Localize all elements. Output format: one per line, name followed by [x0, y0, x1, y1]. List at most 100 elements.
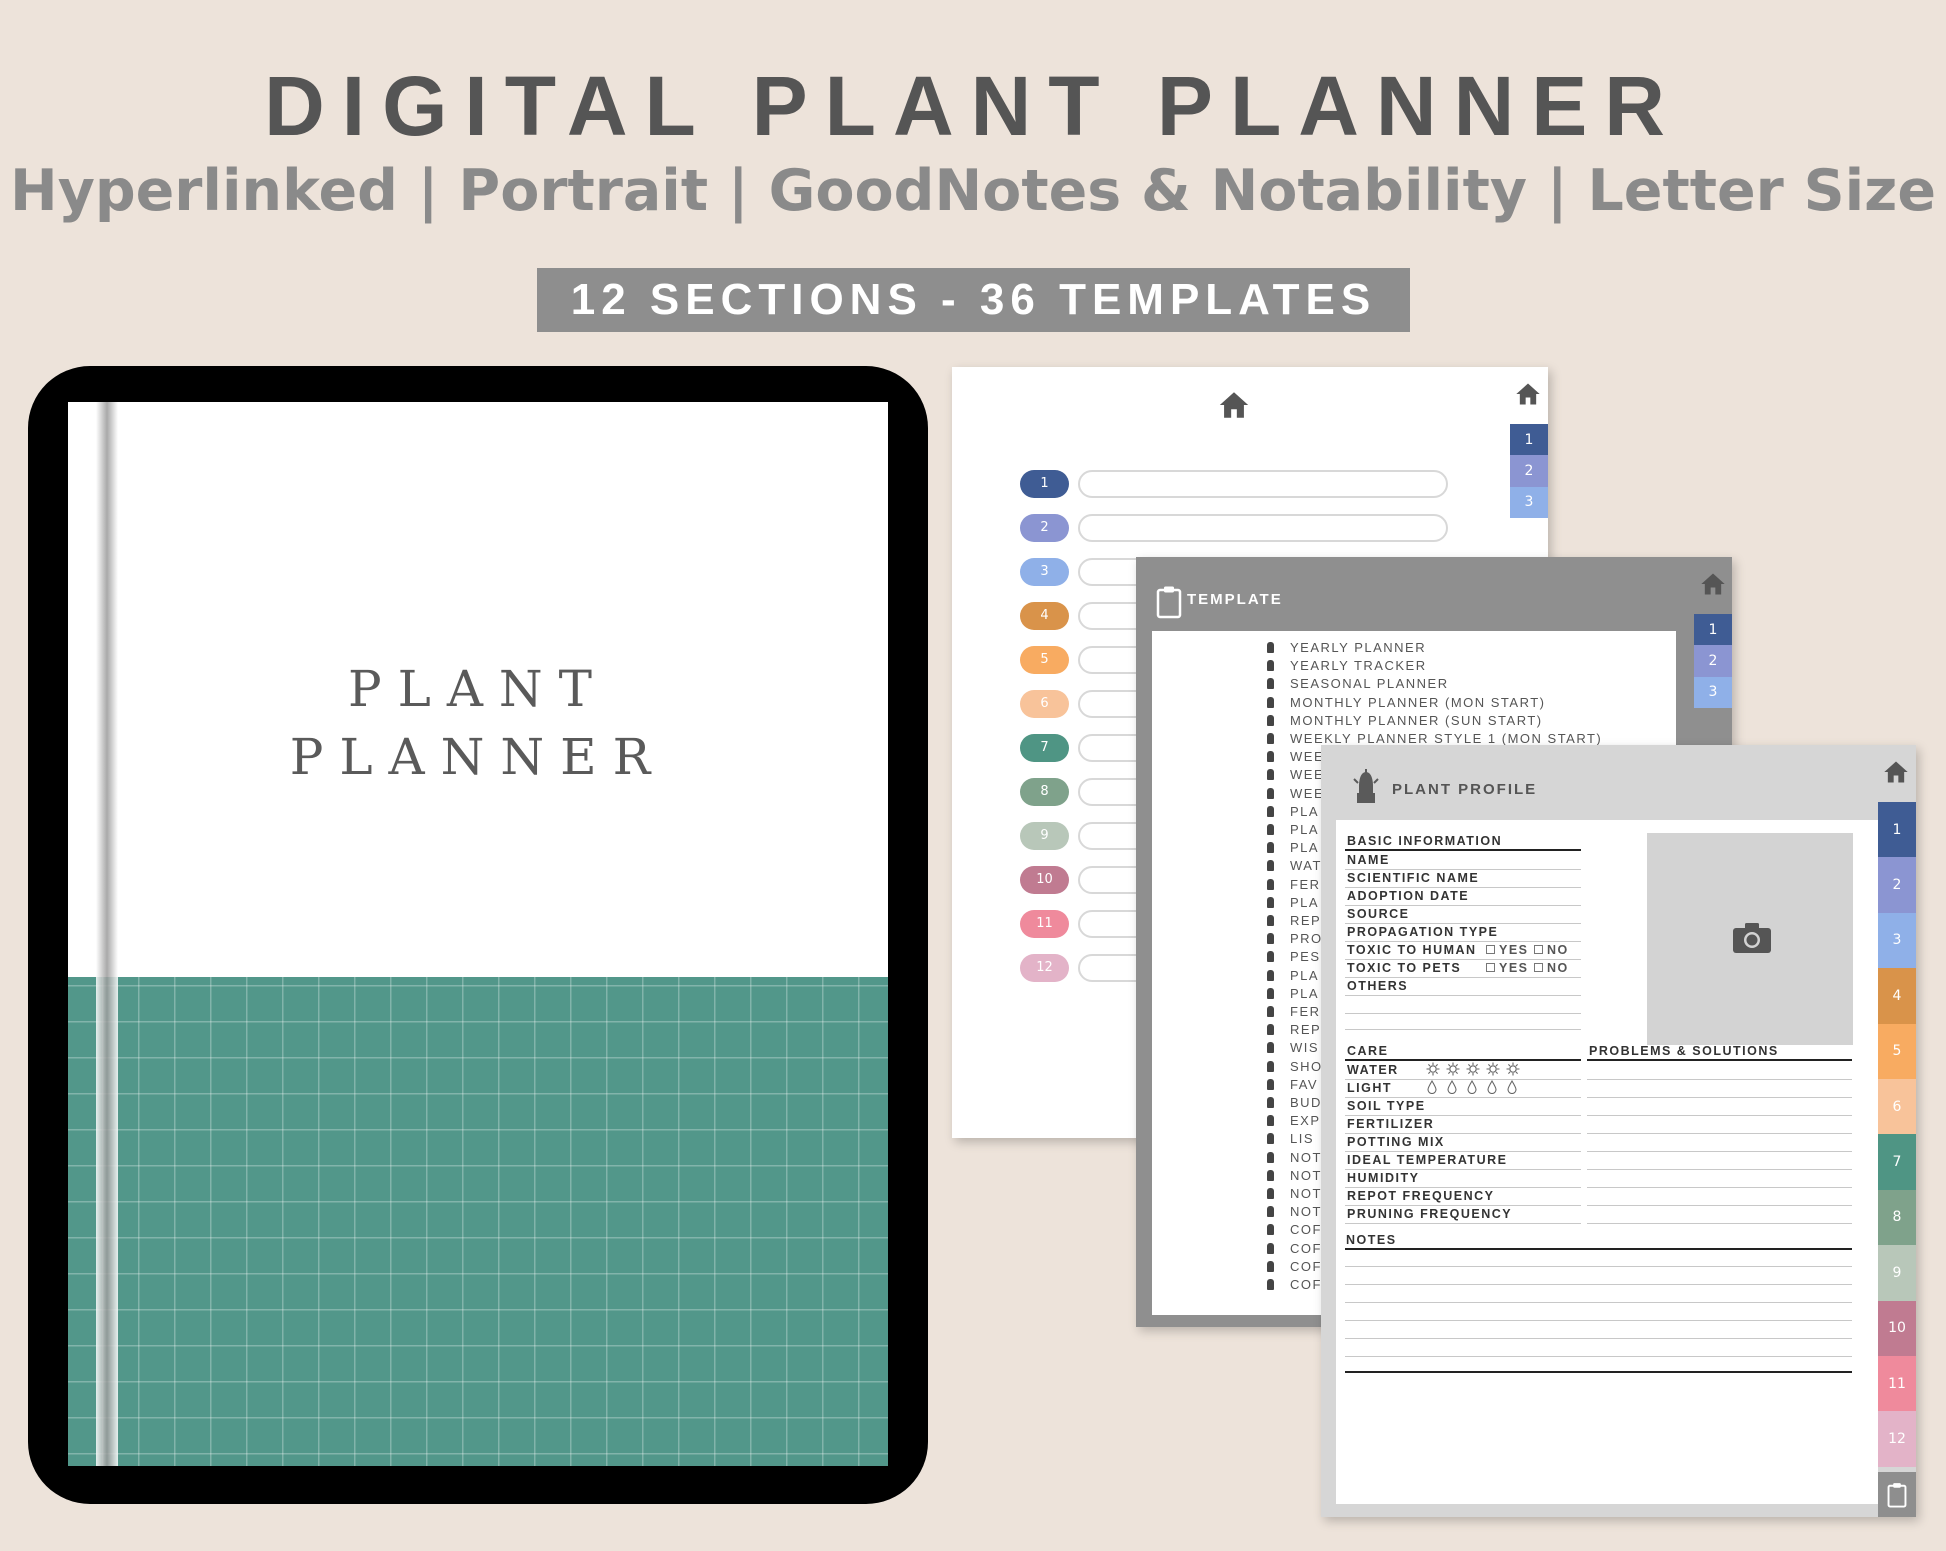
section-tab-1[interactable]: 1 — [1510, 424, 1548, 456]
section-number-pill[interactable]: 8 — [1020, 778, 1069, 806]
template-list-item[interactable]: COF — [1267, 1259, 1322, 1274]
template-list-item[interactable]: WEE — [1267, 749, 1324, 764]
template-list-item[interactable]: WAT — [1267, 858, 1322, 873]
section-tab-11[interactable]: 11 — [1878, 1355, 1916, 1412]
template-list-item[interactable]: FER — [1267, 1004, 1321, 1019]
field-line[interactable] — [1345, 1133, 1581, 1134]
field-line[interactable] — [1345, 887, 1581, 888]
template-list-item[interactable]: COF — [1267, 1277, 1322, 1292]
field-line[interactable] — [1345, 1187, 1581, 1188]
template-list-item[interactable]: NOT — [1267, 1168, 1322, 1183]
field-line[interactable] — [1345, 923, 1581, 924]
section-number-pill[interactable]: 9 — [1020, 822, 1069, 850]
template-list-item[interactable]: MONTHLY PLANNER (MON START) — [1267, 695, 1546, 710]
section-tab-12[interactable]: 12 — [1878, 1411, 1916, 1467]
sun-icon[interactable] — [1506, 1062, 1520, 1081]
section-tab-2[interactable]: 2 — [1878, 857, 1916, 913]
field-line[interactable] — [1345, 1097, 1581, 1098]
water-drop-icon[interactable] — [1486, 1079, 1498, 1099]
clipboard-icon[interactable] — [1878, 1472, 1916, 1517]
field-line[interactable] — [1345, 941, 1581, 942]
no-checkbox[interactable]: NO — [1534, 961, 1569, 975]
section-number-pill[interactable]: 6 — [1020, 690, 1069, 718]
section-tab-8[interactable]: 8 — [1878, 1189, 1916, 1246]
section-tab-2[interactable]: 2 — [1510, 455, 1548, 487]
section-name-field[interactable] — [1078, 514, 1448, 542]
home-icon[interactable] — [1217, 388, 1251, 422]
field-line[interactable] — [1345, 1169, 1581, 1170]
yes-checkbox[interactable]: YES — [1486, 943, 1529, 957]
water-drop-icon[interactable] — [1466, 1079, 1478, 1099]
section-tab-3[interactable]: 3 — [1694, 676, 1732, 708]
yes-checkbox[interactable]: YES — [1486, 961, 1529, 975]
template-list-item[interactable]: REP — [1267, 1022, 1321, 1037]
section-name-field[interactable] — [1078, 470, 1448, 498]
field-line[interactable] — [1345, 869, 1581, 870]
field-line[interactable] — [1345, 1205, 1581, 1206]
template-list-item[interactable]: EXP — [1267, 1113, 1321, 1128]
template-list-item[interactable]: COF — [1267, 1241, 1322, 1256]
problems-line[interactable] — [1587, 1133, 1852, 1134]
water-drop-icon[interactable] — [1506, 1079, 1518, 1099]
template-list-item[interactable]: LIS — [1267, 1131, 1314, 1146]
field-line[interactable] — [1345, 995, 1581, 996]
section-number-pill[interactable]: 11 — [1020, 910, 1069, 938]
template-list-item[interactable]: YEARLY PLANNER — [1267, 640, 1426, 655]
section-tab-10[interactable]: 10 — [1878, 1300, 1916, 1356]
problems-line[interactable] — [1587, 1169, 1852, 1170]
sun-icon[interactable] — [1426, 1062, 1440, 1081]
section-number-pill[interactable]: 2 — [1020, 514, 1069, 542]
field-line[interactable] — [1345, 1079, 1581, 1080]
template-list-item[interactable]: WEE — [1267, 786, 1324, 801]
section-tab-1[interactable]: 1 — [1694, 614, 1732, 646]
notes-line[interactable] — [1345, 1284, 1852, 1285]
template-list-item[interactable]: NOT — [1267, 1204, 1322, 1219]
template-list-item[interactable]: PLA — [1267, 804, 1319, 819]
problems-line[interactable] — [1587, 1205, 1852, 1206]
section-tab-5[interactable]: 5 — [1878, 1023, 1916, 1079]
section-number-pill[interactable]: 4 — [1020, 602, 1069, 630]
notes-line[interactable] — [1345, 1356, 1852, 1357]
notes-line[interactable] — [1345, 1320, 1852, 1321]
section-tab-9[interactable]: 9 — [1878, 1245, 1916, 1301]
template-list-item[interactable]: MONTHLY PLANNER (SUN START) — [1267, 713, 1543, 728]
sun-icon[interactable] — [1466, 1062, 1480, 1081]
section-tab-2[interactable]: 2 — [1694, 645, 1732, 677]
problems-line[interactable] — [1587, 1079, 1852, 1080]
checkbox[interactable] — [1534, 963, 1543, 972]
field-line[interactable] — [1345, 1013, 1581, 1014]
template-list-item[interactable]: PRO — [1267, 931, 1323, 946]
camera-icon[interactable] — [1732, 922, 1772, 959]
section-number-pill[interactable]: 10 — [1020, 866, 1069, 894]
section-tab-1[interactable]: 1 — [1878, 802, 1916, 858]
field-line[interactable] — [1345, 1223, 1581, 1224]
problems-line[interactable] — [1587, 1223, 1852, 1224]
template-list-item[interactable]: PLA — [1267, 840, 1319, 855]
template-list-item[interactable]: BUD — [1267, 1095, 1322, 1110]
section-tab-7[interactable]: 7 — [1878, 1134, 1916, 1190]
section-tab-4[interactable]: 4 — [1878, 968, 1916, 1024]
template-list-item[interactable]: PLA — [1267, 968, 1319, 983]
template-list-item[interactable]: SHO — [1267, 1059, 1323, 1074]
template-list-item[interactable]: FER — [1267, 877, 1321, 892]
notes-line[interactable] — [1345, 1266, 1852, 1267]
checkbox[interactable] — [1486, 945, 1495, 954]
template-list-item[interactable]: WIS — [1267, 1040, 1319, 1055]
home-icon[interactable] — [1514, 380, 1542, 408]
template-list-item[interactable]: FAV — [1267, 1077, 1318, 1092]
template-list-item[interactable]: NOT — [1267, 1150, 1322, 1165]
problems-line[interactable] — [1587, 1115, 1852, 1116]
sun-icon[interactable] — [1486, 1062, 1500, 1081]
field-line[interactable] — [1345, 1115, 1581, 1116]
field-line[interactable] — [1345, 1151, 1581, 1152]
template-list-item[interactable]: YEARLY TRACKER — [1267, 658, 1427, 673]
checkbox[interactable] — [1486, 963, 1495, 972]
notes-line[interactable] — [1345, 1302, 1852, 1303]
field-line[interactable] — [1345, 977, 1581, 978]
notes-line[interactable] — [1345, 1338, 1852, 1339]
problems-line[interactable] — [1587, 1097, 1852, 1098]
field-line[interactable] — [1345, 959, 1581, 960]
section-number-pill[interactable]: 1 — [1020, 470, 1069, 498]
template-list-item[interactable]: REP — [1267, 913, 1321, 928]
section-number-pill[interactable]: 3 — [1020, 558, 1069, 586]
